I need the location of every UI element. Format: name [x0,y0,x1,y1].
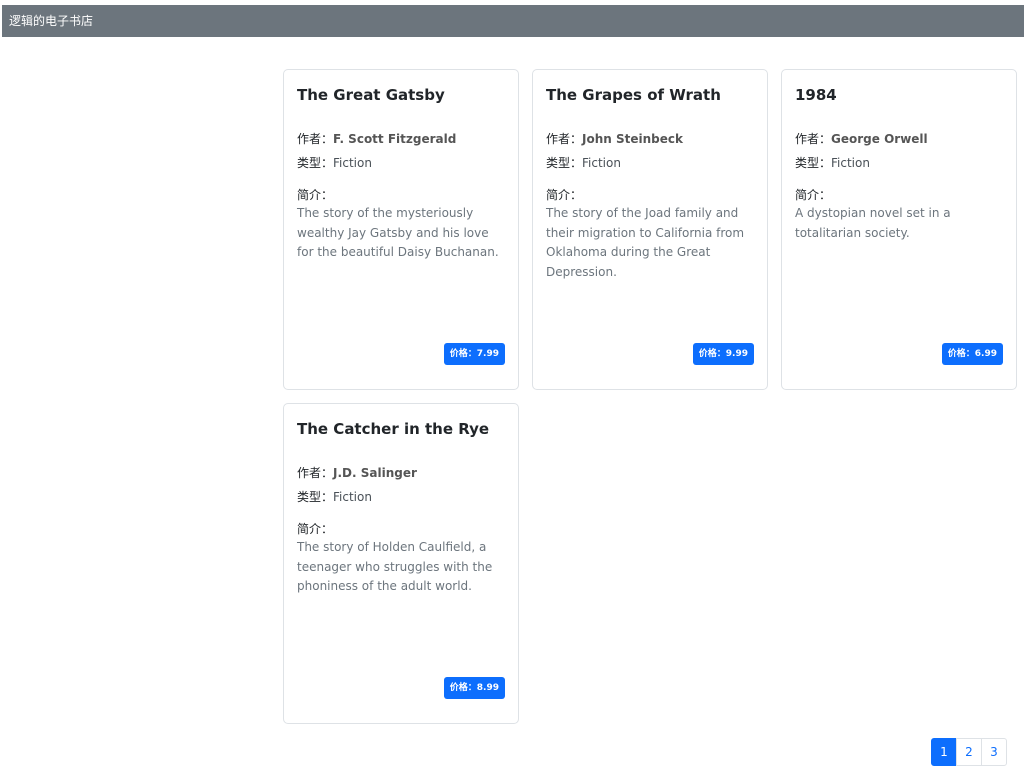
author-value: John Steinbeck [582,132,683,146]
author-value: F. Scott Fitzgerald [333,132,457,146]
book-title: 1984 [795,86,837,104]
author-label: 作者： [546,132,583,146]
book-title: The Catcher in the Rye [297,420,490,438]
genre-value: Fiction [582,156,621,170]
genre-label: 类型： [795,156,832,170]
page-3-button[interactable]: 3 [981,738,1007,766]
book-intro: A dystopian novel set in a totalitarian … [795,206,951,240]
book-title: The Grapes of Wrath [546,86,721,104]
book-author: 作者：John Steinbeck [546,130,683,147]
book-card: The Grapes of Wrath 作者：John Steinbeck 类型… [532,69,768,390]
book-card: The Catcher in the Rye 作者：J.D. Salinger … [283,403,519,724]
book-intro: The story of the mysteriously wealthy Ja… [297,206,499,259]
author-label: 作者： [297,132,334,146]
book-author: 作者：George Orwell [795,130,928,147]
genre-value: Fiction [831,156,870,170]
book-intro: The story of Holden Caulfield, a teenage… [297,540,493,593]
book-genre: 类型：Fiction [297,154,372,171]
book-intro: The story of the Joad family and their m… [546,206,745,279]
book-title: The Great Gatsby [297,86,445,104]
author-value: George Orwell [831,132,928,146]
genre-value: Fiction [333,490,372,504]
author-label: 作者： [795,132,832,146]
book-card: The Great Gatsby 作者：F. Scott Fitzgerald … [283,69,519,390]
genre-label: 类型： [297,156,334,170]
price-badge: 价格：7.99 [443,343,505,365]
book-card: 1984 作者：George Orwell 类型：Fiction 简介： A d… [781,69,1017,390]
brand-title[interactable]: 逻辑的电子书店 [9,14,93,28]
page-1-button[interactable]: 1 [931,738,957,766]
price-badge: 价格：8.99 [443,677,505,699]
price-badge: 价格：9.99 [692,343,754,365]
intro-label: 简介： [297,188,334,202]
pagination: 1 2 3 [931,738,1007,766]
page-2-button[interactable]: 2 [956,738,982,766]
book-genre: 类型：Fiction [546,154,621,171]
book-genre: 类型：Fiction [795,154,870,171]
intro-label: 简介： [546,188,583,202]
genre-value: Fiction [333,156,372,170]
intro-label: 简介： [297,522,334,536]
book-author: 作者：J.D. Salinger [297,464,417,481]
author-label: 作者： [297,466,334,480]
intro-label: 简介： [795,188,832,202]
book-genre: 类型：Fiction [297,488,372,505]
price-badge: 价格：6.99 [941,343,1003,365]
author-value: J.D. Salinger [333,466,417,480]
book-author: 作者：F. Scott Fitzgerald [297,130,456,147]
genre-label: 类型： [297,490,334,504]
genre-label: 类型： [546,156,583,170]
navbar: 逻辑的电子书店 [2,5,1024,37]
